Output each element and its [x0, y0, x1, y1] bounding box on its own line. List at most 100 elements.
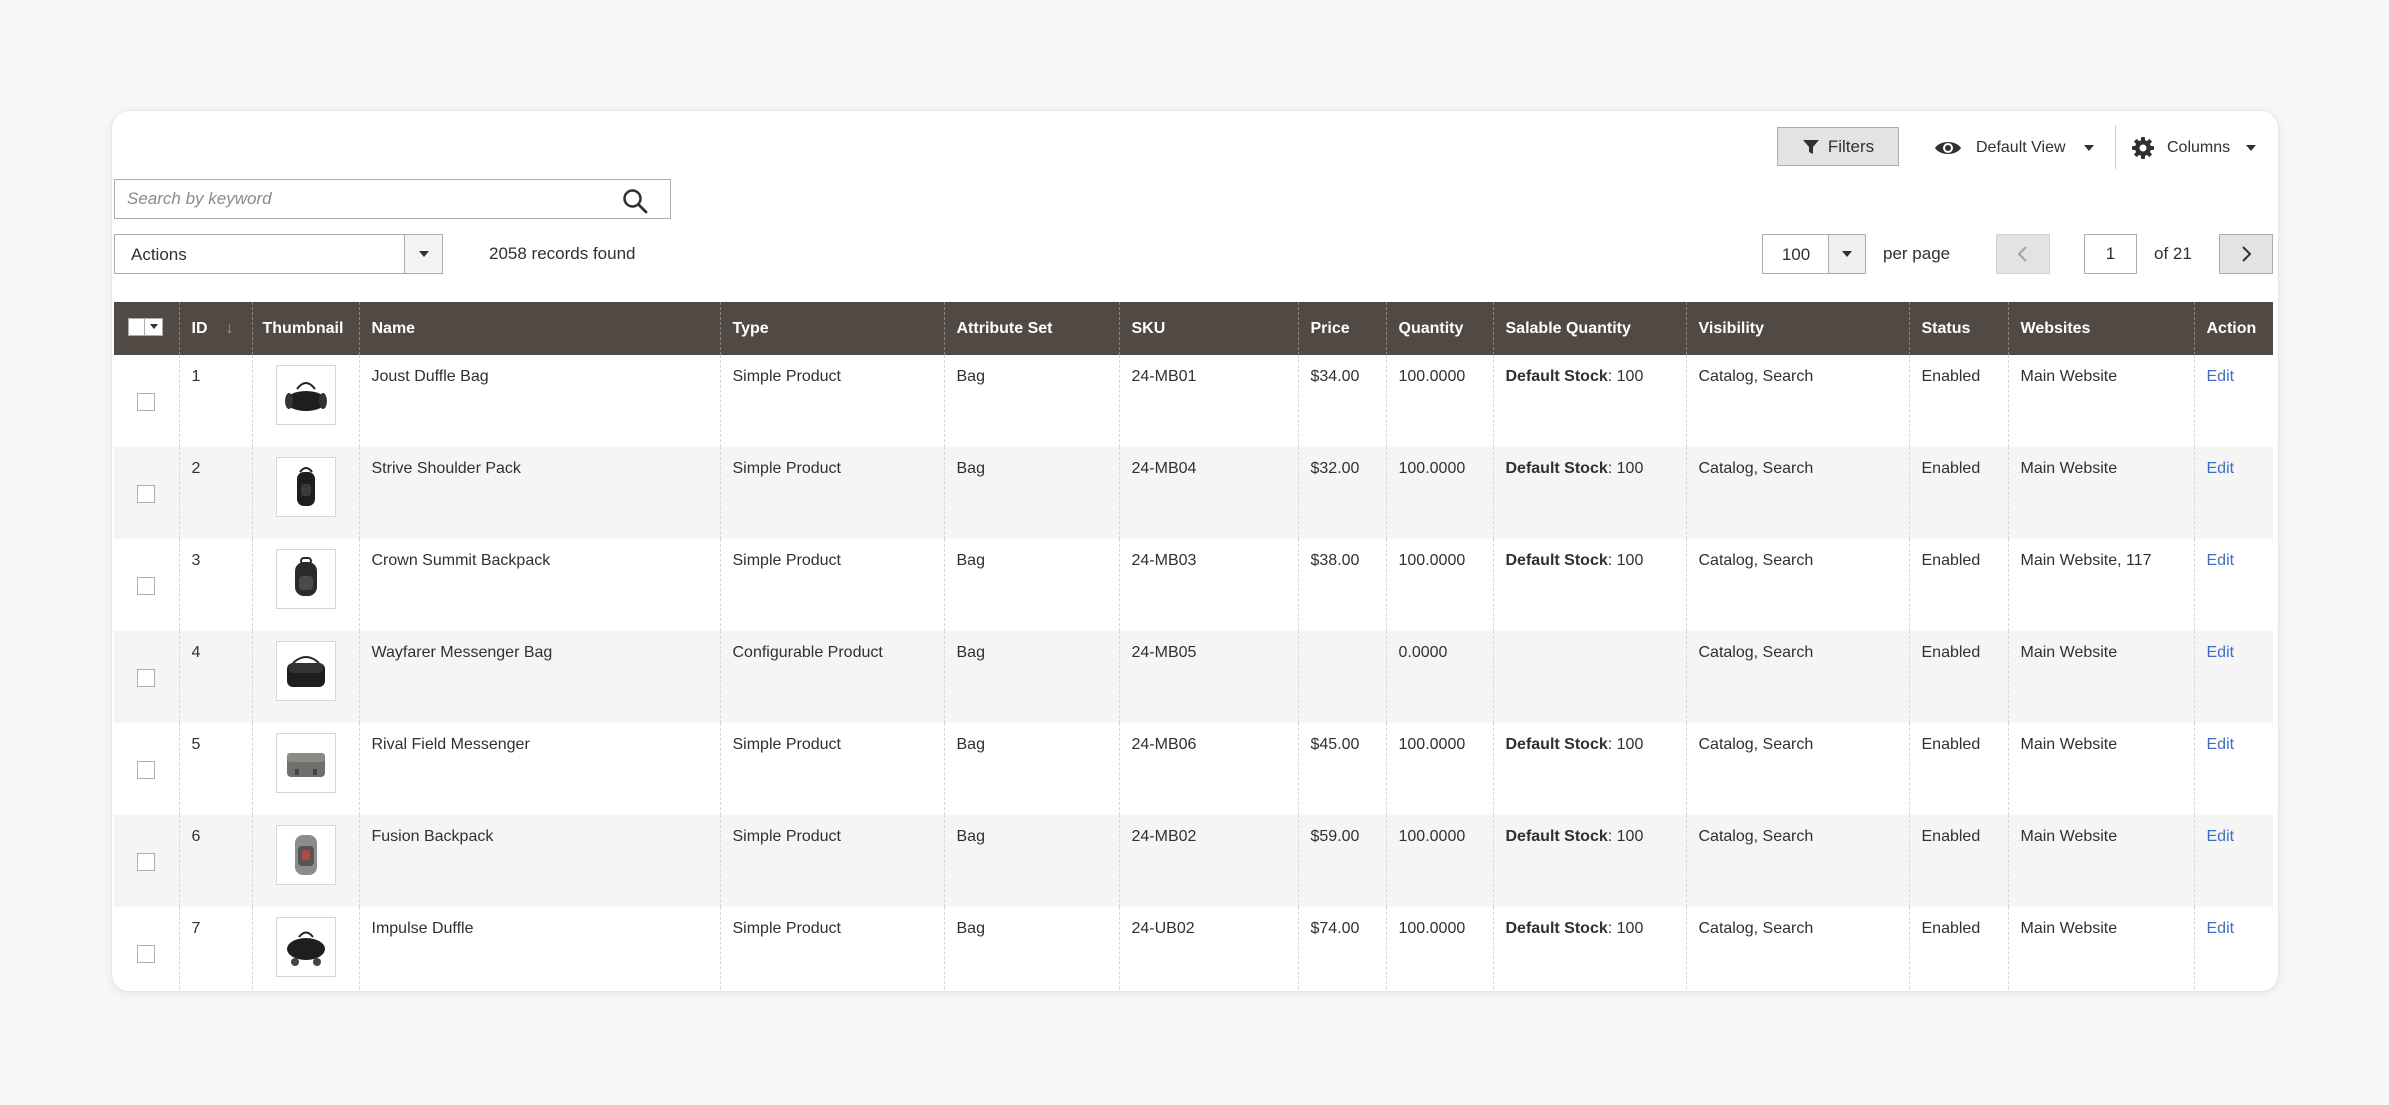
messenger-bag-icon	[286, 656, 325, 687]
edit-link[interactable]: Edit	[2207, 920, 2235, 937]
row-select-cell	[114, 355, 179, 447]
product-thumbnail[interactable]	[275, 365, 336, 425]
row-checkbox[interactable]	[137, 577, 156, 595]
column-header-sku-label: SKU	[1131, 319, 1166, 337]
thumbnail-cell	[251, 539, 359, 631]
next-page-button[interactable]	[2219, 234, 2273, 274]
product-thumbnail[interactable]	[275, 549, 336, 609]
thumbnail-cell	[251, 631, 359, 723]
actions-label: Actions	[131, 245, 187, 264]
row-checkbox[interactable]	[137, 761, 156, 779]
column-header-type-label: Type	[732, 319, 769, 337]
per-page-toggle[interactable]	[1828, 235, 1865, 273]
row-select-cell	[114, 723, 179, 815]
column-header-websites-label: Websites	[2020, 319, 2091, 337]
column-header-type[interactable]: Type	[719, 302, 944, 355]
thumbnail-cell	[251, 723, 359, 815]
sku-cell: 24-MB04	[1118, 447, 1298, 539]
column-header-sku[interactable]: SKU	[1118, 302, 1298, 355]
page-number-input[interactable]	[2084, 234, 2137, 274]
search-box	[114, 179, 671, 219]
row-checkbox[interactable]	[137, 853, 156, 871]
chevron-down-icon	[2246, 145, 2257, 151]
mass-select-control[interactable]	[128, 317, 163, 336]
column-header-visibility[interactable]: Visibility	[1685, 302, 1909, 355]
salable-quantity-cell: Default Stock: 100	[1492, 355, 1686, 447]
visibility-cell: Catalog, Search	[1685, 631, 1909, 723]
per-page-label: per page	[1883, 244, 1951, 263]
actions-dropdown[interactable]: Actions	[114, 234, 443, 274]
backpack-icon	[294, 557, 317, 596]
product-thumbnail[interactable]	[275, 457, 336, 517]
id-cell: 2	[178, 447, 252, 539]
column-header-thumbnail: Thumbnail	[251, 302, 359, 355]
table-row: 2 Strive Shoulder Pack Simple Product Ba…	[114, 447, 2273, 539]
edit-link[interactable]: Edit	[2207, 460, 2235, 477]
column-header-salable-quantity-label: Salable Quantity	[1505, 319, 1631, 337]
column-header-name[interactable]: Name	[358, 302, 720, 355]
search-icon[interactable]	[622, 188, 648, 214]
toolbar-divider	[2115, 125, 2116, 169]
status-cell: Enabled	[1908, 447, 2008, 539]
shoulder-pack-icon	[296, 467, 315, 506]
columns-dropdown[interactable]: Columns	[2131, 133, 2257, 163]
action-cell: Edit	[2193, 907, 2273, 991]
status-cell: Enabled	[1908, 723, 2008, 815]
stock-name: Default Stock	[1505, 920, 1608, 937]
prev-page-button[interactable]	[1996, 234, 2050, 274]
row-select-cell	[114, 539, 179, 631]
row-checkbox[interactable]	[137, 393, 156, 411]
edit-link[interactable]: Edit	[2207, 644, 2235, 661]
sku-cell: 24-MB03	[1118, 539, 1298, 631]
column-header-id[interactable]: ID ↓	[178, 302, 252, 355]
row-checkbox[interactable]	[137, 485, 156, 503]
status-cell: Enabled	[1908, 907, 2008, 991]
row-select-cell	[114, 907, 179, 991]
name-cell: Wayfarer Messenger Bag	[358, 631, 720, 723]
websites-cell: Main Website	[2007, 723, 2194, 815]
quantity-cell: 100.0000	[1385, 447, 1493, 539]
visibility-cell: Catalog, Search	[1685, 907, 1909, 991]
edit-link[interactable]: Edit	[2207, 828, 2235, 845]
row-checkbox[interactable]	[137, 669, 156, 687]
attribute-set-cell: Bag	[943, 631, 1119, 723]
default-view-dropdown[interactable]: Default View	[1934, 133, 2094, 163]
type-cell: Configurable Product	[719, 631, 944, 723]
search-input[interactable]	[115, 180, 629, 218]
sku-cell: 24-MB01	[1118, 355, 1298, 447]
product-thumbnail[interactable]	[275, 917, 336, 977]
column-header-attribute-set[interactable]: Attribute Set	[943, 302, 1119, 355]
name-cell: Fusion Backpack	[358, 815, 720, 907]
quantity-cell: 100.0000	[1385, 539, 1493, 631]
column-header-price[interactable]: Price	[1297, 302, 1386, 355]
name-cell: Strive Shoulder Pack	[358, 447, 720, 539]
column-header-status[interactable]: Status	[1908, 302, 2008, 355]
rolling-duffle-icon	[286, 931, 325, 966]
product-thumbnail[interactable]	[275, 641, 336, 701]
chevron-down-icon	[2083, 145, 2094, 151]
product-thumbnail[interactable]	[275, 733, 336, 793]
visibility-cell: Catalog, Search	[1685, 539, 1909, 631]
id-cell: 5	[178, 723, 252, 815]
visibility-cell: Catalog, Search	[1685, 723, 1909, 815]
quantity-cell: 100.0000	[1385, 815, 1493, 907]
edit-link[interactable]: Edit	[2207, 736, 2235, 753]
attribute-set-cell: Bag	[943, 723, 1119, 815]
row-checkbox[interactable]	[137, 945, 156, 963]
column-header-visibility-label: Visibility	[1698, 319, 1765, 337]
filters-button[interactable]: Filters	[1777, 127, 1899, 166]
edit-link[interactable]: Edit	[2207, 552, 2235, 569]
status-cell: Enabled	[1908, 539, 2008, 631]
product-thumbnail[interactable]	[275, 825, 336, 885]
per-page-select[interactable]: 100	[1762, 234, 1866, 274]
column-header-attribute-set-label: Attribute Set	[956, 319, 1053, 337]
column-header-websites[interactable]: Websites	[2007, 302, 2194, 355]
column-header-quantity[interactable]: Quantity	[1385, 302, 1493, 355]
salable-quantity-cell	[1492, 631, 1686, 723]
attribute-set-cell: Bag	[943, 355, 1119, 447]
chevron-left-icon	[2017, 246, 2027, 262]
price-cell: $59.00	[1297, 815, 1386, 907]
table-row: 7 Impulse Duffle Simple Product Bag 24-U…	[114, 907, 2273, 991]
actions-toggle[interactable]	[404, 235, 442, 273]
edit-link[interactable]: Edit	[2207, 368, 2235, 385]
